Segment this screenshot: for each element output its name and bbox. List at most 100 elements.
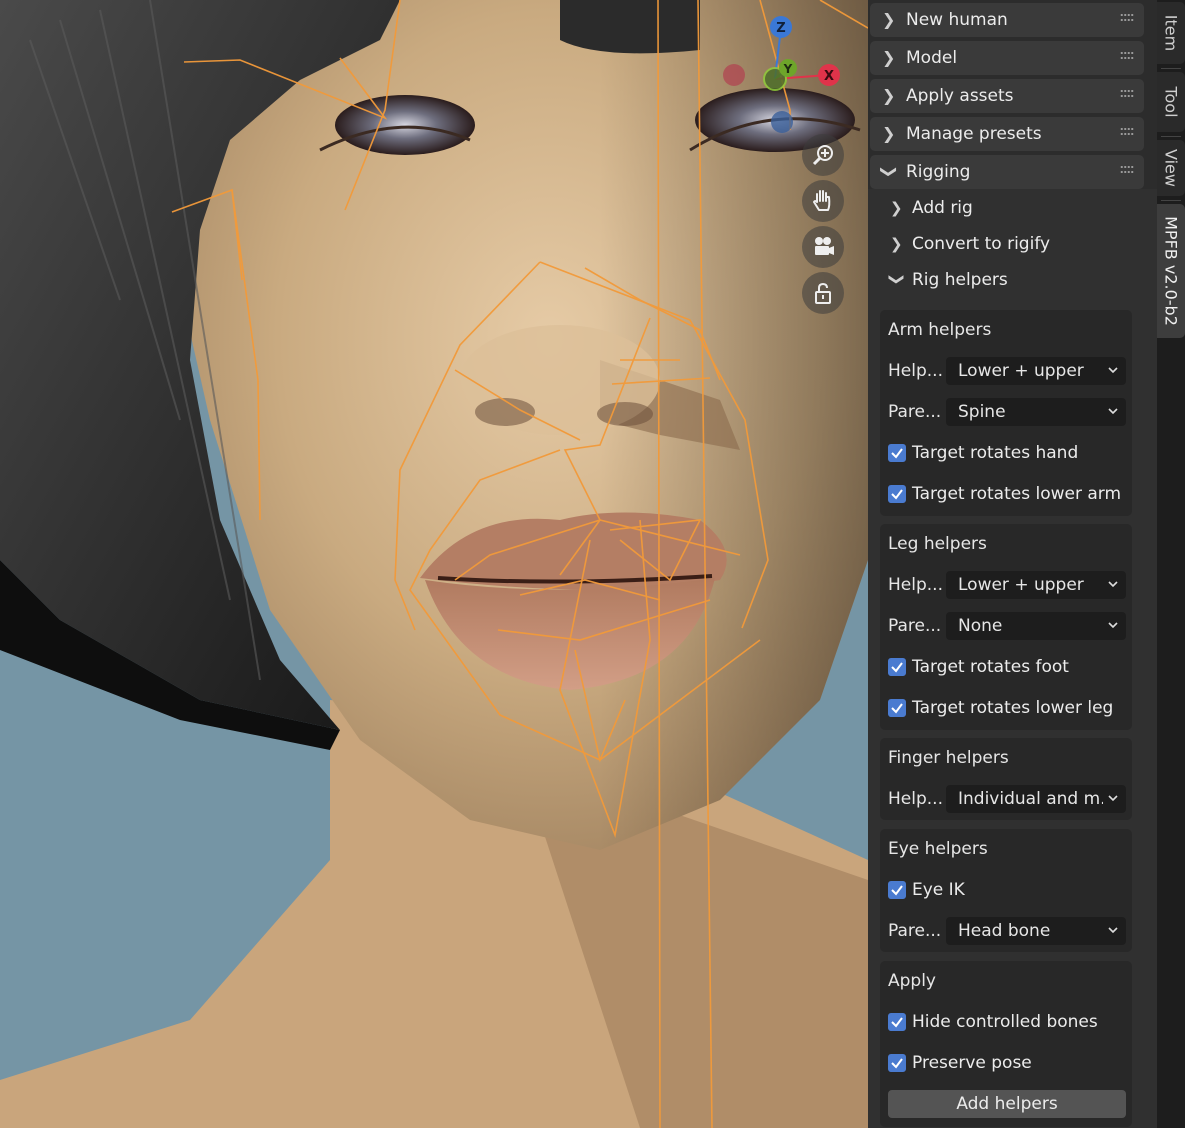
convert-to-rigify-subpanel-header[interactable]: ❯ Convert to rigify [890, 228, 1140, 260]
sidebar-panel: ❯ New human ❯ Model ❯ Apply assets ❯ Man… [868, 0, 1157, 1128]
apply-assets-section-header[interactable]: ❯ Apply assets [870, 79, 1144, 113]
chevron-down-icon [1108, 795, 1118, 802]
tab-mpfb[interactable]: MPFB v2.0-b2 [1157, 204, 1185, 338]
chevron-down-icon [1108, 927, 1118, 934]
chevron-down-icon: ❯ [888, 273, 906, 286]
arm-helpers-dropdown[interactable]: Lower + upper [946, 357, 1126, 385]
checkbox-label: Target rotates lower arm [912, 484, 1122, 504]
zoom-button[interactable] [802, 134, 844, 176]
lock-button[interactable] [802, 272, 844, 314]
finger-helpers-title: Finger helpers [888, 748, 1009, 768]
chevron-right-icon: ❯ [882, 86, 896, 105]
neg-z-axis-handle[interactable] [771, 111, 793, 133]
chevron-right-icon: ❯ [882, 48, 896, 67]
pan-button[interactable] [802, 180, 844, 222]
checkmark-icon [891, 448, 903, 459]
checkmark-icon [891, 703, 903, 714]
3d-viewport[interactable]: Y Z X [0, 0, 868, 1128]
camera-view-button[interactable] [802, 226, 844, 268]
axis-gizmo[interactable]: Y Z X [718, 10, 848, 140]
target-rotates-foot-checkbox[interactable]: Target rotates foot [888, 655, 1069, 679]
target-rotates-hand-checkbox[interactable]: Target rotates hand [888, 441, 1078, 465]
subpanel-title: Add rig [912, 198, 973, 218]
arm-helpers-title: Arm helpers [888, 320, 992, 340]
drag-grip-icon[interactable] [1120, 52, 1134, 62]
section-title: Manage presets [906, 124, 1042, 144]
tab-label: Tool [1161, 86, 1181, 118]
arm-parent-dropdown[interactable]: Spine [946, 398, 1126, 426]
z-axis-label: Z [776, 21, 785, 36]
eye-parent-value: Head bone [958, 921, 1051, 941]
arm-helpers-label: Help... [888, 361, 943, 381]
preserve-pose-checkbox[interactable]: Preserve pose [888, 1051, 1032, 1075]
new-human-section-header[interactable]: ❯ New human [870, 3, 1144, 37]
chevron-right-icon: ❯ [890, 199, 903, 217]
checkbox-label: Hide controlled bones [912, 1012, 1098, 1032]
checkbox-checked[interactable] [888, 658, 906, 676]
chevron-down-icon [1108, 581, 1118, 588]
checkbox-checked[interactable] [888, 881, 906, 899]
chevron-down-icon: ❯ [880, 165, 899, 179]
lock-icon [815, 282, 831, 304]
leg-helpers-box: Leg helpers Help... Lower + upper Pare..… [880, 524, 1132, 730]
checkbox-label: Target rotates foot [912, 657, 1069, 677]
rig-helpers-subpanel-header[interactable]: ❯ Rig helpers [888, 264, 1140, 296]
leg-parent-dropdown[interactable]: None [946, 612, 1126, 640]
tab-label: Item [1161, 14, 1181, 52]
leg-parent-label: Pare... [888, 616, 942, 636]
eye-helpers-title: Eye helpers [888, 839, 988, 859]
neg-x-axis-handle[interactable] [723, 64, 745, 86]
checkbox-checked[interactable] [888, 485, 906, 503]
add-helpers-button[interactable]: Add helpers [888, 1090, 1126, 1118]
section-title: Rigging [906, 162, 971, 182]
eye-ik-checkbox[interactable]: Eye IK [888, 878, 965, 902]
arm-helpers-value: Lower + upper [958, 361, 1084, 381]
hide-controlled-bones-checkbox[interactable]: Hide controlled bones [888, 1010, 1098, 1034]
subpanel-title: Convert to rigify [912, 234, 1051, 254]
checkmark-icon [891, 1017, 903, 1028]
eye-parent-dropdown[interactable]: Head bone [946, 917, 1126, 945]
checkbox-checked[interactable] [888, 444, 906, 462]
checkbox-checked[interactable] [888, 699, 906, 717]
finger-helpers-dropdown[interactable]: Individual and m... [946, 785, 1126, 813]
target-rotates-lower-arm-checkbox[interactable]: Target rotates lower arm [888, 482, 1121, 506]
drag-grip-icon[interactable] [1120, 166, 1134, 176]
arm-parent-label: Pare... [888, 402, 942, 422]
drag-grip-icon[interactable] [1120, 128, 1134, 138]
checkbox-checked[interactable] [888, 1054, 906, 1072]
tab-tool[interactable]: Tool [1157, 72, 1185, 132]
checkmark-icon [891, 885, 903, 896]
sidebar-tabs: Item Tool View MPFB v2.0-b2 [1157, 0, 1185, 1128]
y-axis-label: Y [783, 62, 793, 76]
chevron-down-icon [1108, 622, 1118, 629]
tab-separator [1161, 68, 1181, 69]
add-rig-subpanel-header[interactable]: ❯ Add rig [890, 192, 1140, 224]
checkmark-icon [891, 662, 903, 673]
eye-parent-label: Pare... [888, 921, 942, 941]
drag-grip-icon[interactable] [1120, 90, 1134, 100]
x-axis-label: X [824, 69, 834, 84]
checkbox-checked[interactable] [888, 1013, 906, 1031]
checkbox-label: Target rotates lower leg [912, 698, 1114, 718]
arm-parent-value: Spine [958, 402, 1006, 422]
rendered-face [0, 0, 868, 1128]
zoom-icon [812, 145, 833, 166]
manage-presets-section-header[interactable]: ❯ Manage presets [870, 117, 1144, 151]
checkbox-label: Preserve pose [912, 1053, 1032, 1073]
tab-item[interactable]: Item [1157, 2, 1185, 64]
section-title: Apply assets [906, 86, 1014, 106]
target-rotates-lower-leg-checkbox[interactable]: Target rotates lower leg [888, 696, 1113, 720]
leg-helpers-dropdown[interactable]: Lower + upper [946, 571, 1126, 599]
tab-view[interactable]: View [1157, 140, 1185, 196]
finger-helpers-label: Help... [888, 789, 943, 809]
rigging-section-header[interactable]: ❯ Rigging [870, 155, 1144, 189]
finger-helpers-value: Individual and m... [958, 789, 1103, 809]
arm-helpers-box: Arm helpers Help... Lower + upper Pare..… [880, 310, 1132, 516]
checkmark-icon [891, 1058, 903, 1069]
model-section-header[interactable]: ❯ Model [870, 41, 1144, 75]
checkbox-label: Target rotates hand [912, 443, 1079, 463]
drag-grip-icon[interactable] [1120, 14, 1134, 24]
apply-box: Apply Hide controlled bones Preserve pos… [880, 961, 1132, 1127]
section-title: Model [906, 48, 958, 68]
eye-helpers-box: Eye helpers Eye IK Pare... Head bone [880, 829, 1132, 952]
